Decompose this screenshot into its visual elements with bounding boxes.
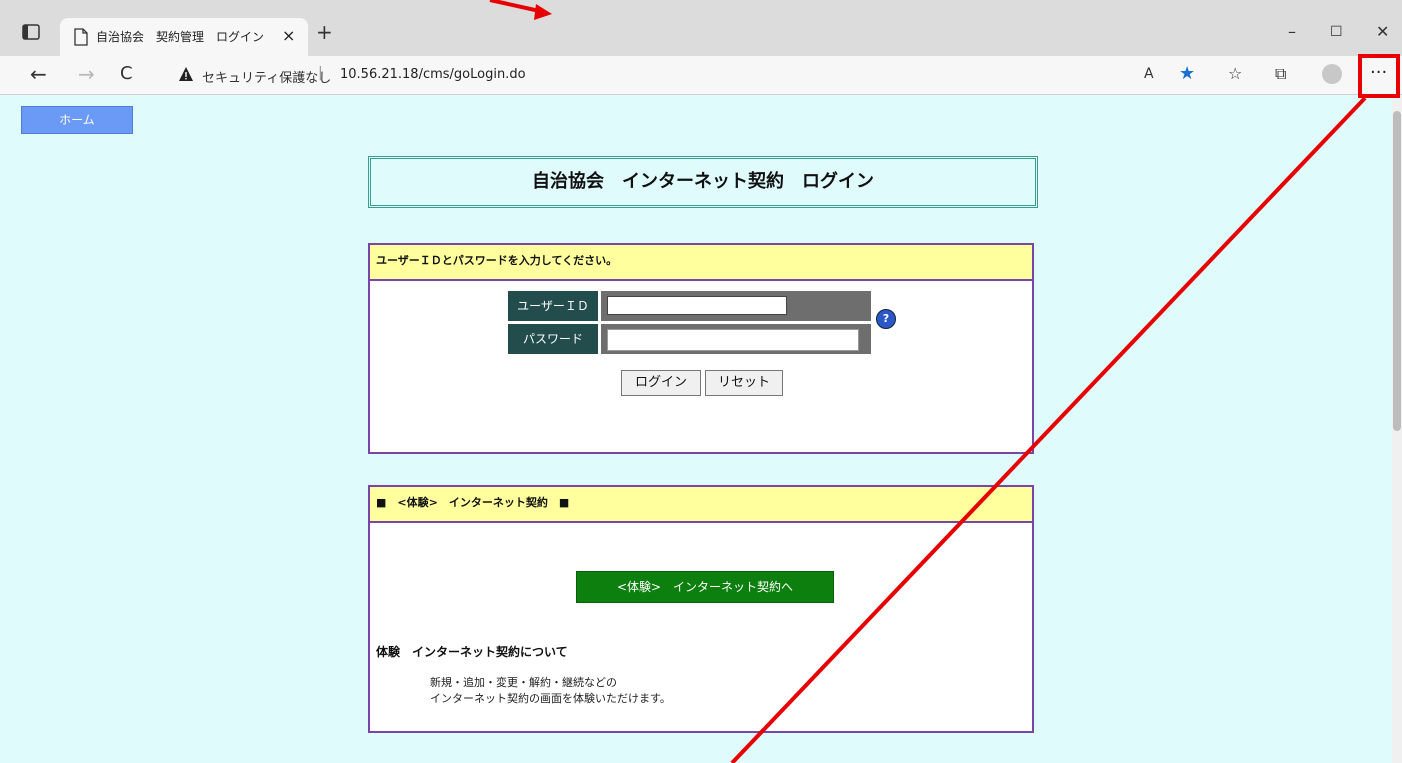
tab-title: 自治協会 契約管理 ログイン (96, 30, 265, 44)
favorites-list-icon[interactable]: ☆ (1228, 64, 1242, 84)
trial-contract-button[interactable]: <体験> インターネット契約へ (576, 571, 834, 603)
read-aloud-icon[interactable]: A (1144, 64, 1154, 84)
url-text[interactable]: 10.56.21.18/cms/goLogin.do (340, 67, 526, 82)
trial-about-line-1: 新規・追加・変更・解約・継続などの (430, 676, 617, 689)
address-bar[interactable]: セキュリティ保護なし | 10.56.21.18/cms/goLogin.do (166, 61, 1176, 89)
userid-input[interactable] (607, 296, 787, 315)
trial-about-line-2: インターネット契約の画面を体験いただけます。 (430, 692, 671, 705)
new-tab-button[interactable]: + (316, 22, 333, 42)
forward-button[interactable]: → (78, 64, 95, 84)
address-toolbar: ← → C セキュリティ保護なし | 10.56.21.18/cms/goLog… (0, 56, 1402, 95)
vertical-scrollbar[interactable] (1392, 95, 1402, 763)
warning-icon[interactable] (178, 66, 194, 82)
scrollbar-thumb[interactable] (1393, 111, 1401, 431)
profile-avatar[interactable] (1322, 64, 1342, 84)
password-input[interactable] (607, 329, 859, 351)
security-label: セキュリティ保護なし (202, 71, 332, 86)
login-button[interactable]: ログイン (621, 370, 701, 396)
back-button[interactable]: ← (30, 64, 47, 84)
refresh-button[interactable]: C (120, 64, 133, 84)
trial-about-title: 体験 インターネット契約について (376, 645, 568, 659)
page-title: 自治協会 インターネット契約 ログイン (368, 156, 1038, 208)
minimize-button[interactable]: – (1288, 22, 1296, 42)
tab-close-button[interactable]: × (282, 26, 295, 45)
userid-label: ユーザーＩＤ (508, 291, 598, 321)
login-panel-header: ユーザーＩＤとパスワードを入力してください。 (370, 245, 1032, 281)
page-content: ホーム 自治協会 インターネット契約 ログイン ユーザーＩＤとパスワードを入力し… (0, 95, 1392, 763)
collections-icon[interactable]: ⧉ (1275, 64, 1286, 84)
login-panel: ユーザーＩＤとパスワードを入力してください。 ユーザーＩＤ パスワード ? ログ… (368, 243, 1034, 454)
password-label: パスワード (508, 324, 598, 354)
trial-panel-header: ■ <体験> インターネット契約 ■ (370, 487, 1032, 523)
tab-strip: 自治協会 契約管理 ログイン × + – ☐ ✕ (0, 0, 1402, 56)
favorite-star-icon[interactable]: ★ (1179, 64, 1195, 84)
page-icon (74, 28, 88, 46)
tab-active[interactable]: 自治協会 契約管理 ログイン × (60, 18, 308, 56)
close-window-button[interactable]: ✕ (1376, 22, 1389, 42)
reset-button[interactable]: リセット (705, 370, 783, 396)
userid-cell (601, 291, 871, 321)
home-button[interactable]: ホーム (21, 106, 133, 134)
trial-panel: ■ <体験> インターネット契約 ■ <体験> インターネット契約へ 体験 イン… (368, 485, 1034, 733)
url-separator: | (318, 65, 323, 81)
trial-about-text: 新規・追加・変更・解約・継続などの インターネット契約の画面を体験いただけます。 (430, 675, 671, 707)
password-cell (601, 324, 871, 354)
more-menu-button[interactable]: ··· (1370, 62, 1387, 83)
tab-actions-icon[interactable] (22, 24, 40, 40)
maximize-button[interactable]: ☐ (1330, 22, 1343, 42)
help-icon[interactable]: ? (876, 309, 896, 329)
